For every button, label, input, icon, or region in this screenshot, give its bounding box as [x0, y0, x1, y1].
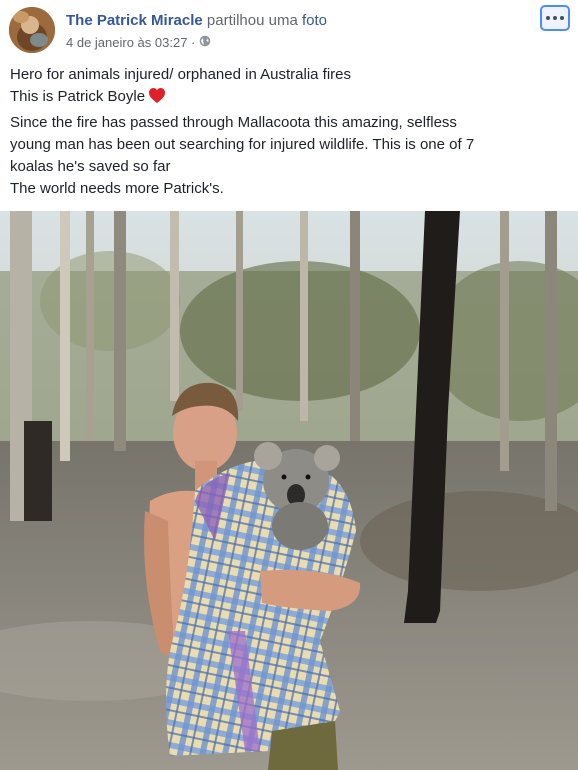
post-header: The Patrick Miracle partilhou uma foto 4…: [0, 0, 578, 60]
post-meta: 4 de janeiro às 03:27 ·: [66, 35, 211, 50]
message-line: Hero for animals injured/ orphaned in Au…: [10, 66, 352, 83]
page-avatar[interactable]: [9, 7, 55, 53]
message-line: This is Patrick Boyle: [10, 88, 146, 106]
message-line: Since the fire has passed through Mallac…: [10, 113, 457, 131]
more-options-button[interactable]: [540, 5, 570, 31]
post-photo[interactable]: [0, 211, 578, 770]
post-timestamp[interactable]: 4 de janeiro às 03:27 ·: [66, 35, 195, 50]
post-message: Hero for animals injured/ orphaned in Au…: [10, 64, 570, 201]
post-attribution: The Patrick Miracle partilhou uma foto: [66, 12, 327, 29]
photo-link[interactable]: foto: [302, 12, 327, 29]
action-prefix: partilhou uma: [206, 12, 298, 29]
heart-emoji-icon: [148, 87, 166, 111]
facebook-post: The Patrick Miracle partilhou uma foto 4…: [0, 0, 578, 770]
author-name-link[interactable]: The Patrick Miracle: [66, 12, 203, 29]
message-line: The world needs more Patrick's.: [10, 180, 224, 198]
globe-icon[interactable]: [199, 35, 211, 50]
more-dot: [553, 16, 557, 20]
more-dot: [560, 16, 564, 20]
message-line: young man has been out searching for inj…: [10, 135, 475, 153]
message-line: koalas he's saved so far: [10, 158, 171, 176]
message-line-with-heart: This is Patrick Boyle: [10, 86, 570, 111]
action-text: partilhou uma foto: [207, 12, 327, 29]
more-options-icon: [546, 16, 550, 20]
